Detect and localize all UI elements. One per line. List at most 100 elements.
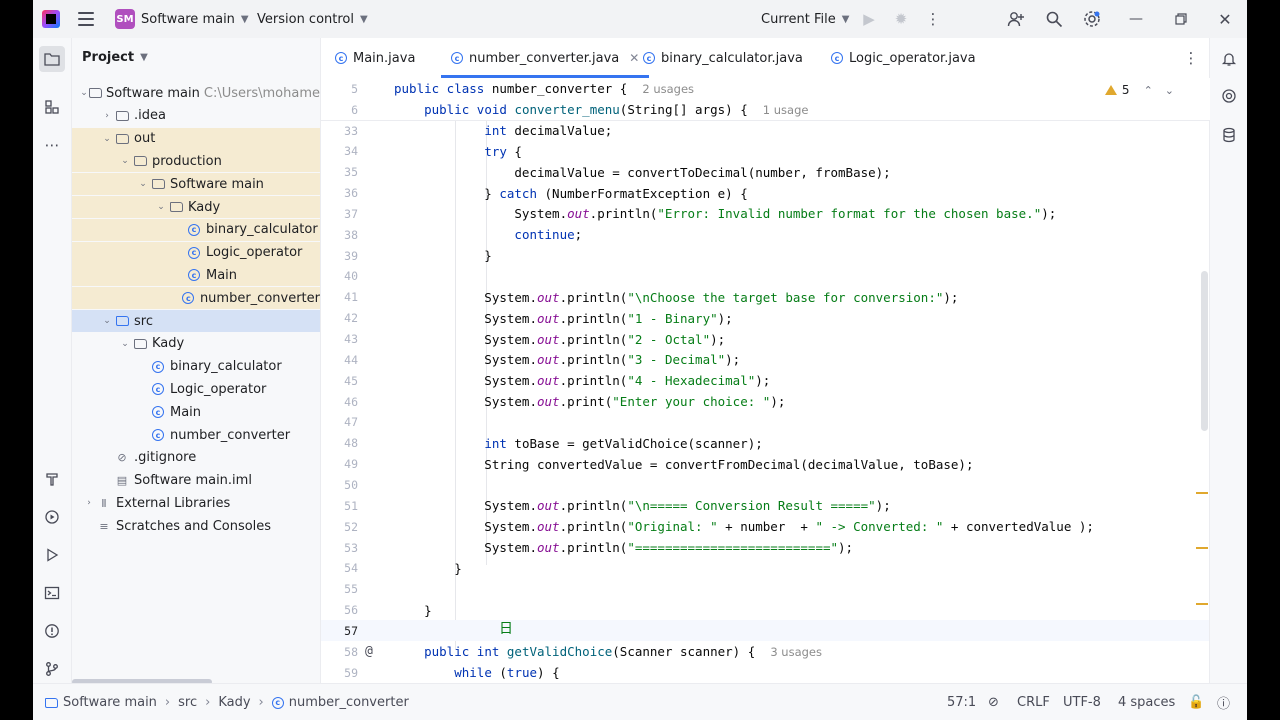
line-separator[interactable]: CRLF: [1017, 684, 1050, 720]
tree-item[interactable]: ⌄ production: [72, 150, 320, 173]
code-line[interactable]: 51 System.out.println("\n===== Conversio…: [321, 495, 1210, 516]
chevron-down-icon[interactable]: ⌄: [154, 202, 168, 212]
code-line[interactable]: 57: [321, 620, 1210, 642]
status-problems-icon[interactable]: ⓘ: [1217, 684, 1230, 720]
intellij-logo-icon[interactable]: [42, 10, 60, 28]
breadcrumb-src[interactable]: src: [178, 695, 197, 710]
code-line[interactable]: 36 } catch (NumberFormatException e) {: [321, 183, 1210, 204]
main-menu-icon[interactable]: [78, 12, 94, 26]
notifications-bell-icon[interactable]: [1216, 46, 1242, 72]
tree-item[interactable]: c number_converter: [72, 287, 320, 310]
tree-item[interactable]: ▤ Software main.iml: [72, 470, 320, 492]
editor-tab[interactable]: c binary_calculator.java: [643, 38, 803, 78]
tree-item[interactable]: c Logic_operator: [72, 378, 320, 400]
code-line[interactable]: 38 continue;: [321, 224, 1210, 245]
chevron-down-icon[interactable]: ⌄: [118, 156, 132, 166]
next-highlight-icon[interactable]: ⌄: [1165, 84, 1174, 97]
code-line[interactable]: 37 System.out.println("Error: Invalid nu…: [321, 203, 1210, 224]
run-icon[interactable]: ▶: [859, 9, 879, 29]
vcs-menu[interactable]: Version control ▼: [257, 0, 368, 38]
code-line[interactable]: 59 while (true) {: [321, 662, 1210, 683]
database-icon[interactable]: [1216, 122, 1242, 148]
code-line[interactable]: 44 System.out.println("3 - Decimal");: [321, 349, 1210, 370]
code-editor[interactable]: 5 public class number_converter { 2 usage…: [321, 78, 1210, 683]
chevron-down-icon[interactable]: ⌄: [118, 339, 132, 349]
tree-item[interactable]: c Logic_operator: [72, 241, 320, 264]
tree-item[interactable]: ⌄ Kady: [72, 333, 320, 355]
code-line[interactable]: 45 System.out.println("4 - Hexadecimal")…: [321, 370, 1210, 391]
git-branch-icon[interactable]: [39, 656, 65, 682]
chevron-down-icon[interactable]: ⌄: [136, 179, 150, 189]
warning-stripe-marker[interactable]: [1196, 547, 1208, 549]
run-config-selector[interactable]: Current File ▼: [761, 0, 849, 38]
more-tools-icon[interactable]: ⋯: [39, 132, 65, 158]
file-encoding[interactable]: UTF-8: [1063, 684, 1101, 720]
code-line[interactable]: 55: [321, 579, 1210, 600]
tree-item[interactable]: ⊘ .gitignore: [72, 447, 320, 469]
tree-item[interactable]: › .idea: [72, 105, 320, 127]
tree-item[interactable]: c binary_calculator: [72, 356, 320, 378]
breadcrumb-class[interactable]: number_converter: [289, 695, 409, 710]
code-line[interactable]: 35 decimalValue = convertToDecimal(numbe…: [321, 162, 1210, 183]
chevron-down-icon[interactable]: ⌄: [79, 88, 89, 98]
code-line[interactable]: 48 int toBase = getValidChoice(scanner);: [321, 433, 1210, 454]
editor-tab[interactable]: c Main.java: [335, 38, 415, 78]
tree-item[interactable]: ≡ Scratches and Consoles: [72, 515, 320, 537]
editor-tab[interactable]: c number_converter.java ✕: [440, 38, 650, 78]
code-line[interactable]: 54 }: [321, 558, 1210, 579]
code-line[interactable]: 56 }: [321, 600, 1210, 621]
warning-stripe-marker[interactable]: [1196, 492, 1208, 494]
ai-assistant-icon[interactable]: [1216, 83, 1242, 109]
inspection-widget[interactable]: 5 ⌃ ⌄: [1104, 83, 1174, 97]
services-icon[interactable]: [39, 504, 65, 530]
problems-icon[interactable]: [39, 618, 65, 644]
warning-stripe-marker[interactable]: [1196, 603, 1208, 605]
code-line[interactable]: 43 System.out.println("2 - Octal");: [321, 329, 1210, 350]
previous-highlight-icon[interactable]: ⌃: [1144, 84, 1153, 97]
breadcrumb-project[interactable]: Software main: [63, 695, 157, 710]
add-user-icon[interactable]: [1006, 9, 1026, 29]
debug-icon[interactable]: ✹: [891, 9, 911, 29]
chevron-right-icon[interactable]: ›: [82, 498, 96, 508]
code-line[interactable]: 41 System.out.println("\nChoose the targ…: [321, 287, 1210, 308]
breadcrumb-package[interactable]: Kady: [218, 695, 250, 710]
tree-item[interactable]: ⌄ Software main C:\Users\mohame: [72, 82, 320, 104]
tree-item[interactable]: c binary_calculator: [72, 218, 320, 241]
override-gutter-icon[interactable]: @: [365, 644, 373, 659]
read-only-lock-icon[interactable]: 🔓: [1188, 684, 1204, 720]
tab-options-icon[interactable]: ⋮: [1181, 48, 1201, 68]
code-line[interactable]: 58 @ public int getValidChoice(Scanner sc…: [321, 641, 1210, 662]
code-line[interactable]: 52 System.out.println("Original: " + num…: [321, 516, 1210, 537]
more-actions-icon[interactable]: ⋮: [923, 9, 943, 29]
code-line[interactable]: 46 System.out.print("Enter your choice: …: [321, 391, 1210, 412]
project-panel-header[interactable]: Project ▼: [82, 38, 148, 76]
tree-item[interactable]: ⌄ src: [72, 310, 320, 332]
chevron-right-icon[interactable]: ›: [100, 111, 114, 121]
code-line[interactable]: 50: [321, 474, 1210, 495]
code-line[interactable]: 33 int decimalValue;: [321, 120, 1210, 141]
project-selector[interactable]: SM Software main ▼: [115, 0, 249, 38]
tree-item[interactable]: ⌄ Kady: [72, 196, 320, 218]
code-line[interactable]: 47: [321, 412, 1210, 433]
structure-tool-icon[interactable]: [39, 94, 65, 120]
code-line[interactable]: 40: [321, 266, 1210, 287]
code-line[interactable]: 39 }: [321, 245, 1210, 266]
editor-vertical-scrollbar[interactable]: [1201, 271, 1208, 431]
search-icon[interactable]: [1044, 9, 1064, 29]
code-line[interactable]: 5 public class number_converter { 2 usage…: [321, 78, 1210, 99]
chevron-down-icon[interactable]: ⌄: [100, 316, 114, 326]
tree-item[interactable]: ⌄ out: [72, 127, 320, 150]
close-window-icon[interactable]: ✕: [1215, 9, 1235, 29]
code-line[interactable]: 49 String convertedValue = convertFromDe…: [321, 454, 1210, 475]
code-line[interactable]: 42 System.out.println("1 - Binary");: [321, 308, 1210, 329]
settings-gear-icon[interactable]: [1082, 9, 1102, 29]
tree-item[interactable]: c Main: [72, 401, 320, 423]
close-tab-icon[interactable]: ✕: [629, 51, 639, 65]
terminal-icon[interactable]: [39, 580, 65, 606]
tree-item[interactable]: c number_converter: [72, 424, 320, 446]
build-hammer-icon[interactable]: [39, 466, 65, 492]
minimize-icon[interactable]: —: [1126, 9, 1146, 29]
chevron-down-icon[interactable]: ⌄: [100, 134, 114, 144]
caret-position[interactable]: 57:1: [947, 684, 976, 720]
tree-item[interactable]: ⌄ Software main: [72, 173, 320, 196]
